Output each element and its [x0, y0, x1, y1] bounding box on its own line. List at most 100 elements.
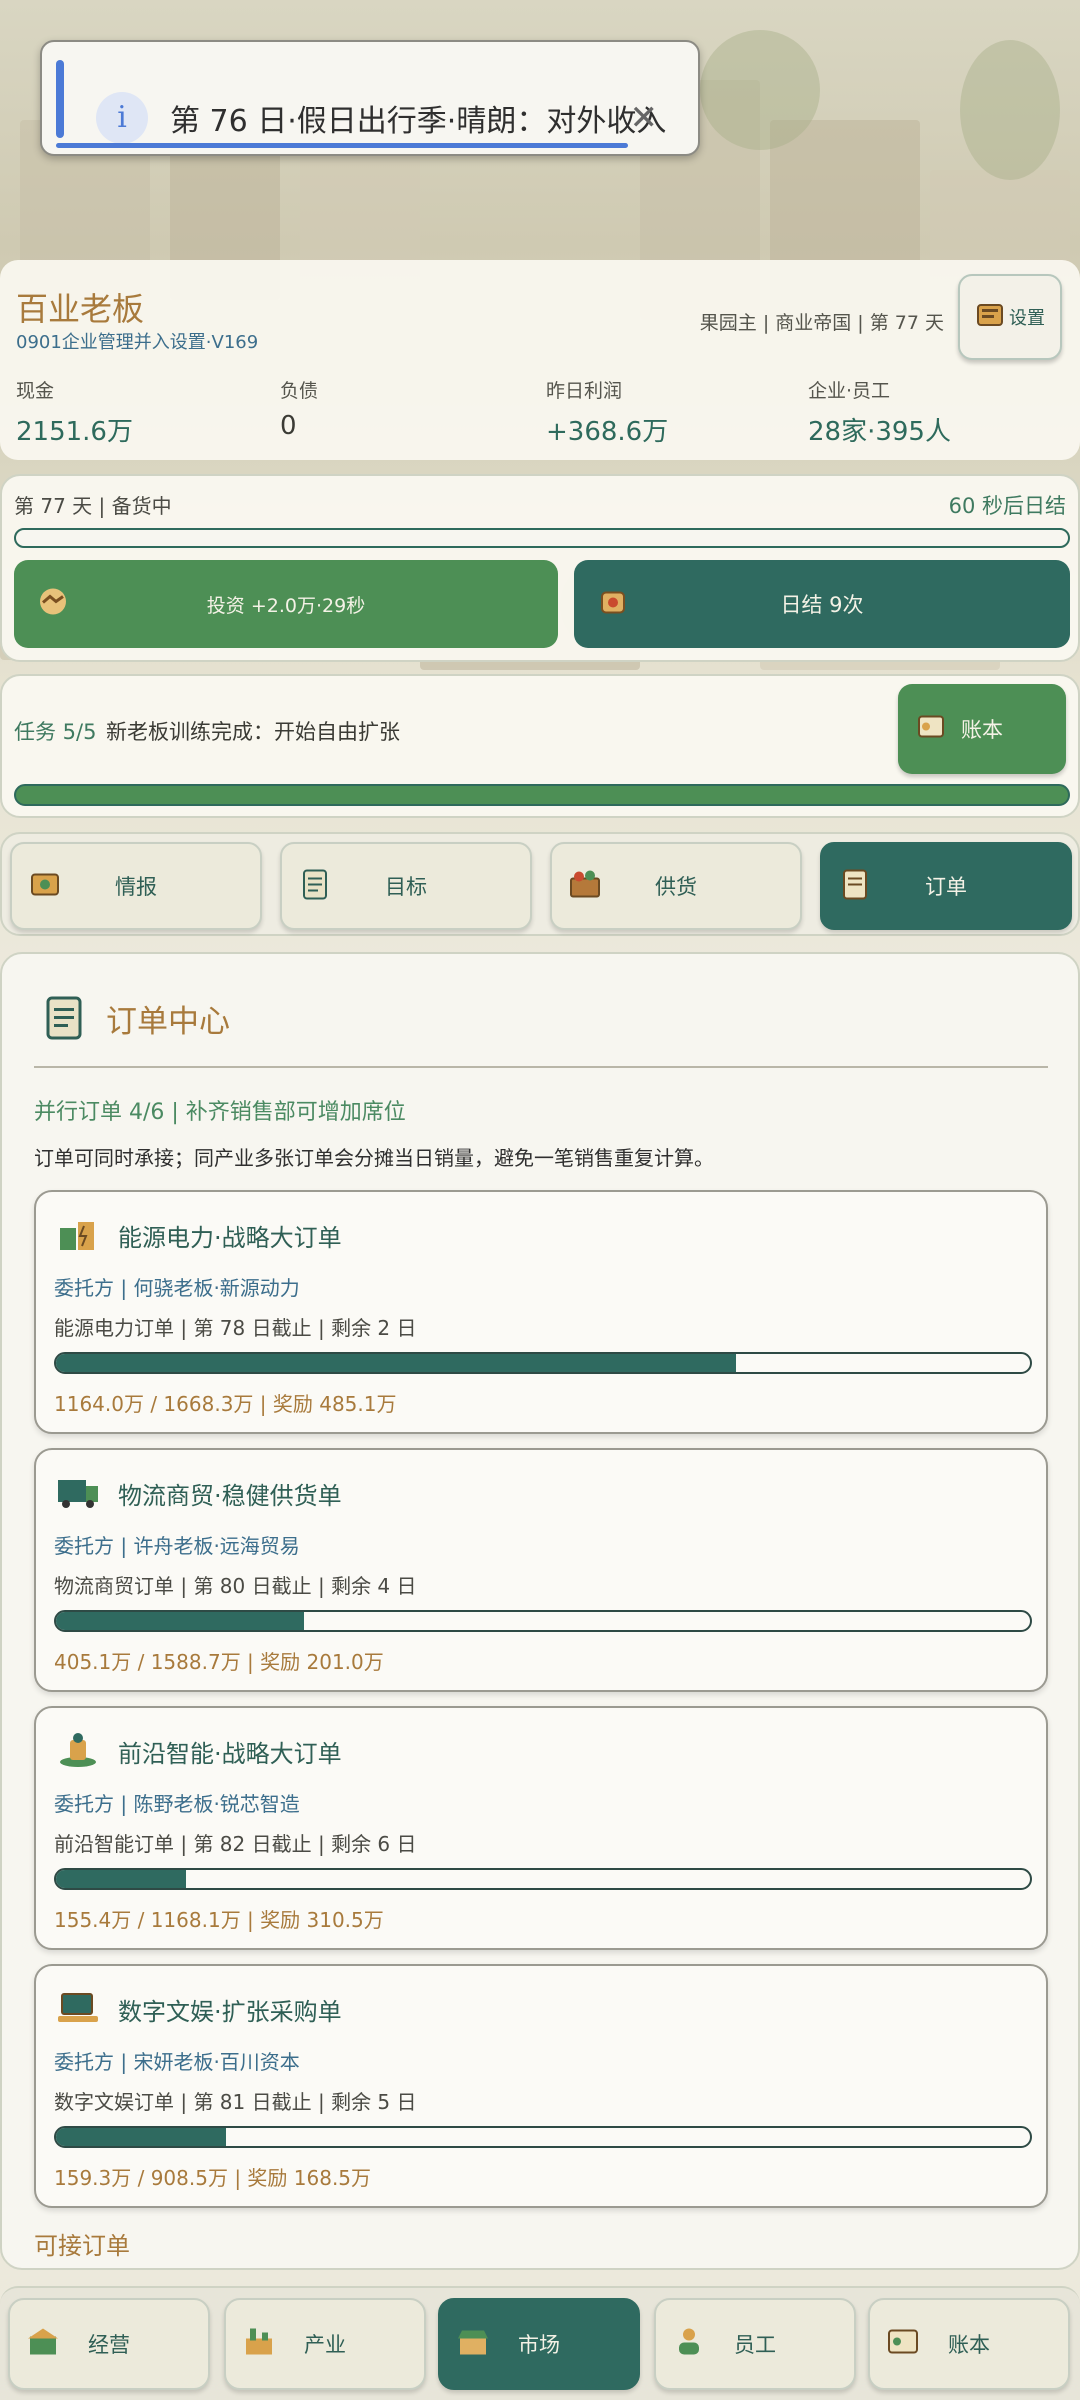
nav-ledger[interactable]: 账本: [868, 2298, 1070, 2390]
order-amount: 405.1万 / 1588.7万 | 奖励 201.0万: [54, 1650, 384, 1674]
settle-label: 日结 9次: [780, 593, 864, 617]
nav-staff[interactable]: 员工: [654, 2298, 856, 2390]
nav-label: 账本: [948, 2333, 990, 2357]
close-icon[interactable]: ✕: [630, 98, 659, 138]
toast-accent-bar: [56, 60, 64, 138]
clipboard-icon: [44, 994, 84, 1046]
order-card[interactable]: 物流商贸·稳健供货单 委托方 | 许舟老板·远海贸易 物流商贸订单 | 第 80…: [34, 1448, 1048, 1692]
stat-value: 28家·395人: [808, 417, 951, 447]
tab-orders[interactable]: 订单: [820, 842, 1072, 930]
tab-goals[interactable]: 目标: [280, 842, 532, 930]
stat-profit: 昨日利润 +368.6万: [546, 376, 668, 448]
staff-icon: [670, 2323, 708, 2366]
stat-value: +368.6万: [546, 417, 669, 447]
nav-industry[interactable]: 产业: [224, 2298, 426, 2390]
toast-message: 第 76 日·假日出行季·晴朗：对外收入: [170, 104, 667, 139]
task-text: 新老板训练完成：开始自由扩张: [106, 720, 400, 744]
ledger-icon: [884, 2323, 922, 2366]
nav-label: 市场: [518, 2333, 560, 2357]
stat-companies-staff: 企业·员工 28家·395人: [808, 376, 951, 448]
tab-intel[interactable]: 情报: [10, 842, 262, 930]
settings-label: 设置: [1009, 308, 1045, 329]
order-progress-bar: [54, 1610, 1032, 1632]
task-card: 任务 5/5 新老板训练完成：开始自由扩张 账本: [0, 674, 1080, 818]
game-title: 百业老板: [16, 290, 145, 328]
bottom-navigation: 经营 产业 市场 员工 账本: [0, 2286, 1080, 2400]
money-bag-icon: [596, 585, 630, 624]
info-icon: i: [96, 92, 148, 144]
task-count: 任务 5/5: [14, 720, 97, 744]
order-info: 能源电力订单 | 第 78 日截止 | 剩余 2 日: [54, 1316, 417, 1340]
order-client: 委托方 | 宋妍老板·百川资本: [54, 2050, 300, 2074]
order-progress-fill: [56, 1612, 305, 1630]
order-icon: [836, 865, 874, 908]
available-orders-heading: 可接订单: [34, 2232, 130, 2260]
order-client: 委托方 | 何骁老板·新源动力: [54, 1276, 300, 1300]
settings-button[interactable]: 设置: [958, 274, 1062, 360]
order-progress-fill: [56, 2128, 227, 2146]
business-icon: [24, 2323, 62, 2366]
nav-business[interactable]: 经营: [8, 2298, 210, 2390]
stat-label: 昨日利润: [546, 380, 623, 402]
order-amount: 159.3万 / 908.5万 | 奖励 168.5万: [54, 2166, 372, 2190]
settle-countdown: 60 秒后日结: [948, 494, 1066, 518]
stat-label: 企业·员工: [808, 380, 891, 402]
order-card[interactable]: 前沿智能·战略大订单 委托方 | 陈野老板·锐芯智造 前沿智能订单 | 第 82…: [34, 1706, 1048, 1950]
invest-button[interactable]: 投资 +2.0万·29秒: [14, 560, 558, 648]
stat-value: 0: [280, 411, 297, 441]
order-title: 物流商贸·稳健供货单: [118, 1482, 342, 1510]
player-meta: 果园主 | 商业帝国 | 第 77 天: [699, 312, 944, 334]
stat-cash: 现金 2151.6万: [16, 376, 133, 448]
stat-label: 负债: [280, 380, 319, 402]
notification-toast: i 第 76 日·假日出行季·晴朗：对外收入 ✕: [40, 40, 700, 156]
order-progress-bar: [54, 1352, 1032, 1374]
nav-label: 员工: [734, 2333, 776, 2357]
tab-label: 目标: [385, 875, 427, 899]
intel-icon: [26, 865, 64, 908]
crate-icon: [566, 865, 604, 908]
order-title: 能源电力·战略大订单: [118, 1224, 342, 1252]
ledger-label: 账本: [961, 718, 1003, 742]
order-card[interactable]: 能源电力·战略大订单 委托方 | 何骁老板·新源动力 能源电力订单 | 第 78…: [34, 1190, 1048, 1434]
orders-note: 订单可同时承接；同产业多张订单会分摊当日销量，避免一笔销售重复计算。: [34, 1146, 714, 1170]
day-progress-card: 第 77 天 | 备货中 60 秒后日结 投资 +2.0万·29秒 日结 9次: [0, 474, 1080, 662]
order-progress-bar: [54, 2126, 1032, 2148]
ledger-button[interactable]: 账本: [898, 684, 1066, 774]
tab-supply[interactable]: 供货: [550, 842, 802, 930]
day-status: 第 77 天 | 备货中: [14, 494, 172, 518]
market-icon: [454, 2323, 492, 2366]
order-progress-bar: [54, 1868, 1032, 1890]
order-info: 前沿智能订单 | 第 82 日截止 | 剩余 6 日: [54, 1832, 417, 1856]
stat-label: 现金: [16, 380, 55, 402]
tab-label: 供货: [655, 875, 697, 899]
truck-icon: [54, 1472, 102, 1516]
nav-market[interactable]: 市场: [438, 2298, 640, 2390]
order-title: 数字文娱·扩张采购单: [118, 1998, 342, 2026]
industry-icon: [240, 2323, 278, 2366]
order-client: 委托方 | 许舟老板·远海贸易: [54, 1534, 300, 1558]
order-center-panel: 订单中心 并行订单 4/6 | 补齐销售部可增加席位 订单可同时承接；同产业多张…: [0, 952, 1080, 2270]
feature-tabs: 情报 目标 供货 订单: [0, 832, 1080, 936]
task-progress-bar: [14, 784, 1070, 806]
order-progress-fill: [56, 1354, 736, 1372]
energy-icon: [54, 1214, 102, 1258]
version-subtitle: 0901企业管理并入设置·V169: [16, 332, 259, 353]
order-card[interactable]: 数字文娱·扩张采购单 委托方 | 宋妍老板·百川资本 数字文娱订单 | 第 81…: [34, 1964, 1048, 2208]
tab-label: 订单: [925, 875, 967, 899]
settings-icon: [975, 300, 1005, 335]
divider: [34, 1066, 1048, 1068]
stat-debt: 负债 0: [280, 376, 318, 441]
parallel-orders-status: 并行订单 4/6 | 补齐销售部可增加席位: [34, 1100, 406, 1125]
order-info: 物流商贸订单 | 第 80 日截止 | 剩余 4 日: [54, 1574, 417, 1598]
nav-label: 产业: [304, 2333, 346, 2357]
ledger-icon: [914, 710, 948, 749]
order-amount: 1164.0万 / 1668.3万 | 奖励 485.1万: [54, 1392, 397, 1416]
clipboard-icon: [296, 865, 334, 908]
order-info: 数字文娱订单 | 第 81 日截止 | 剩余 5 日: [54, 2090, 417, 2114]
toast-timer-bar: [56, 143, 628, 148]
invest-label: 投资 +2.0万·29秒: [206, 594, 366, 617]
settle-button[interactable]: 日结 9次: [574, 560, 1070, 648]
order-title: 前沿智能·战略大订单: [118, 1740, 342, 1768]
order-amount: 155.4万 / 1168.1万 | 奖励 310.5万: [54, 1908, 384, 1932]
company-header: 百业老板 0901企业管理并入设置·V169 果园主 | 商业帝国 | 第 77…: [0, 260, 1080, 460]
